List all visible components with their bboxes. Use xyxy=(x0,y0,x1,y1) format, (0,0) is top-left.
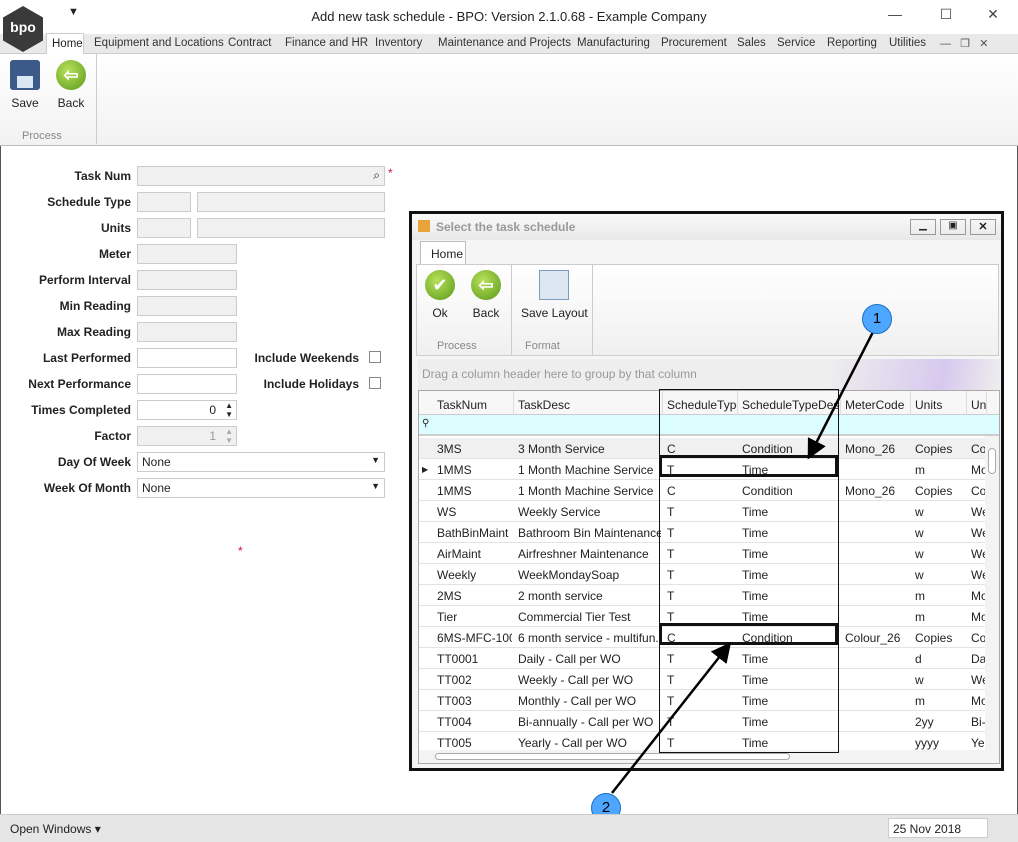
annotation-arrows xyxy=(611,331,875,794)
arrow-2 xyxy=(611,642,732,794)
date-value: 25 Nov 2018 xyxy=(893,822,962,836)
arrow-1 xyxy=(807,331,875,460)
date-field[interactable]: 25 Nov 2018 xyxy=(888,818,988,838)
status-bar: Open Windows ▾ 25 Nov 2018 xyxy=(0,814,1018,842)
open-windows-button[interactable]: Open Windows ▾ xyxy=(10,822,101,836)
open-windows-label: Open Windows xyxy=(10,822,92,836)
callout-1: 1 xyxy=(862,304,892,334)
